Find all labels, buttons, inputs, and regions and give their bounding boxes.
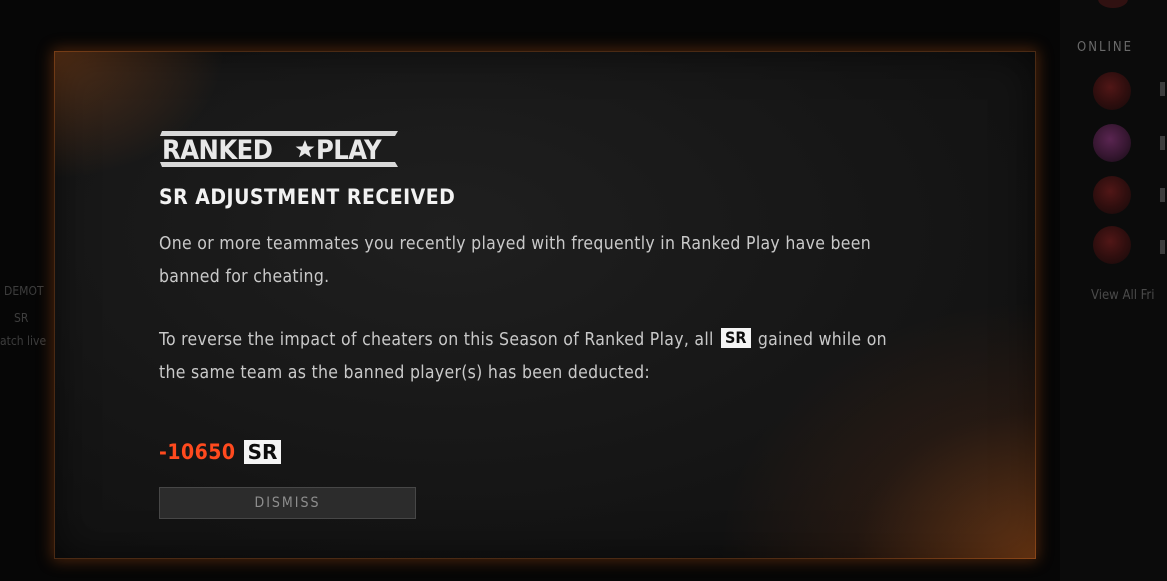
friend-status-indicator [1160,240,1165,254]
star-icon [295,140,315,158]
logo-text-ranked: RANKED [162,135,272,166]
dialog-glow [54,51,254,201]
background-text: SR [14,311,29,325]
ban-notice-text: One or more teammates you recently playe… [159,234,872,287]
friends-online-label: ONLINE [1077,40,1134,55]
friend-status-indicator [1160,188,1165,202]
deduction-explanation: To reverse the impact of cheaters on thi… [159,324,899,390]
game-screen: ONLINE View All Fri DEMOT SR atch live R… [0,0,1167,581]
ranked-play-logo-graphic: RANKED PLAY [160,131,398,167]
friend-status-indicator [1160,82,1165,96]
background-text: atch live [0,334,47,348]
view-all-friends-link[interactable]: View All Fri [1091,288,1155,303]
friend-avatar[interactable] [1093,226,1131,264]
ranked-play-logo: RANKED PLAY [159,130,399,168]
explanation-text: To reverse the impact of cheaters on thi… [159,330,714,350]
sr-deduction-value: -10650 [159,440,236,464]
sr-deduction: -10650 SR [159,440,282,464]
sr-badge: SR [243,440,282,464]
sr-adjustment-dialog: RANKED PLAY SR ADJUSTMENT RECEIVED One o… [54,51,1036,559]
background-text: DEMOT [4,284,44,298]
dismiss-button[interactable]: DISMISS [159,487,416,519]
friend-avatar[interactable] [1093,72,1131,110]
dialog-title: SR ADJUSTMENT RECEIVED [159,185,456,209]
sr-badge: SR [721,328,751,348]
logo-text-play: PLAY [316,135,382,166]
friend-status-indicator [1160,136,1165,150]
friend-avatar[interactable] [1093,176,1131,214]
friend-avatar[interactable] [1093,124,1131,162]
